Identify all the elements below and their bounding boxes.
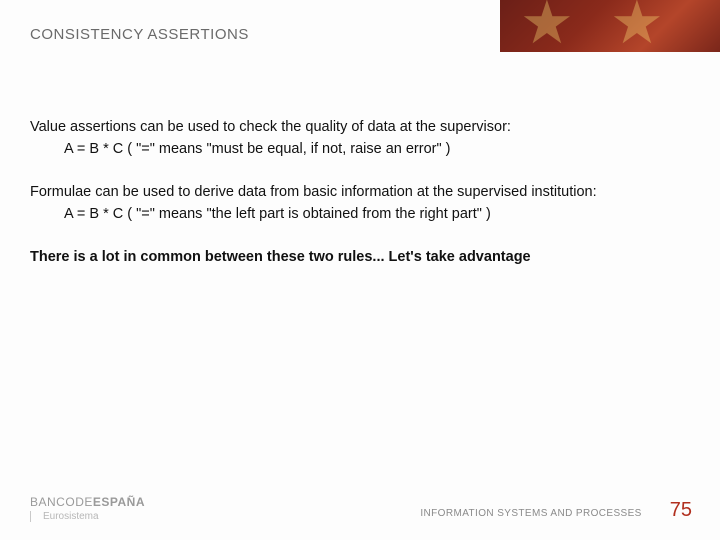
para2-intro: Formulae can be used to derive data from… bbox=[30, 183, 690, 203]
logo-banco: BANCO bbox=[30, 495, 75, 509]
logo-espana: ESPAÑA bbox=[93, 495, 145, 509]
department-label: INFORMATION SYSTEMS AND PROCESSES bbox=[420, 508, 641, 519]
logo-de: DE bbox=[75, 495, 93, 509]
footer: BANCODEESPAÑA Eurosistema INFORMATION SY… bbox=[30, 495, 692, 522]
page-number: 75 bbox=[670, 499, 692, 522]
para1-intro: Value assertions can be used to check th… bbox=[30, 118, 690, 138]
para3: There is a lot in common between these t… bbox=[30, 248, 690, 268]
slide-body: Value assertions can be used to check th… bbox=[30, 118, 690, 292]
para1-formula: A = B * C ( "=" means "must be equal, if… bbox=[30, 140, 690, 160]
para2-formula: A = B * C ( "=" means "the left part is … bbox=[30, 205, 690, 225]
slide-title: CONSISTENCY ASSERTIONS bbox=[30, 26, 249, 43]
banner-decoration bbox=[500, 0, 720, 52]
